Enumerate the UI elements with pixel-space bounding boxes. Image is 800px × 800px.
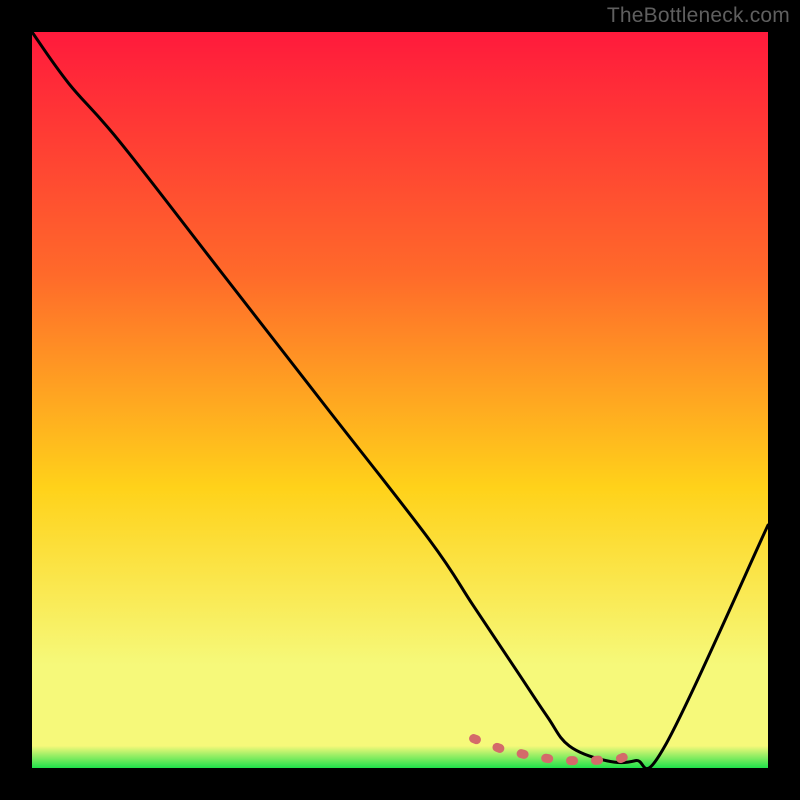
bottleneck-chart xyxy=(32,32,768,768)
gradient-background xyxy=(32,32,768,768)
chart-frame: TheBottleneck.com xyxy=(0,0,800,800)
watermark-label: TheBottleneck.com xyxy=(607,4,790,28)
plot-area xyxy=(32,32,768,768)
